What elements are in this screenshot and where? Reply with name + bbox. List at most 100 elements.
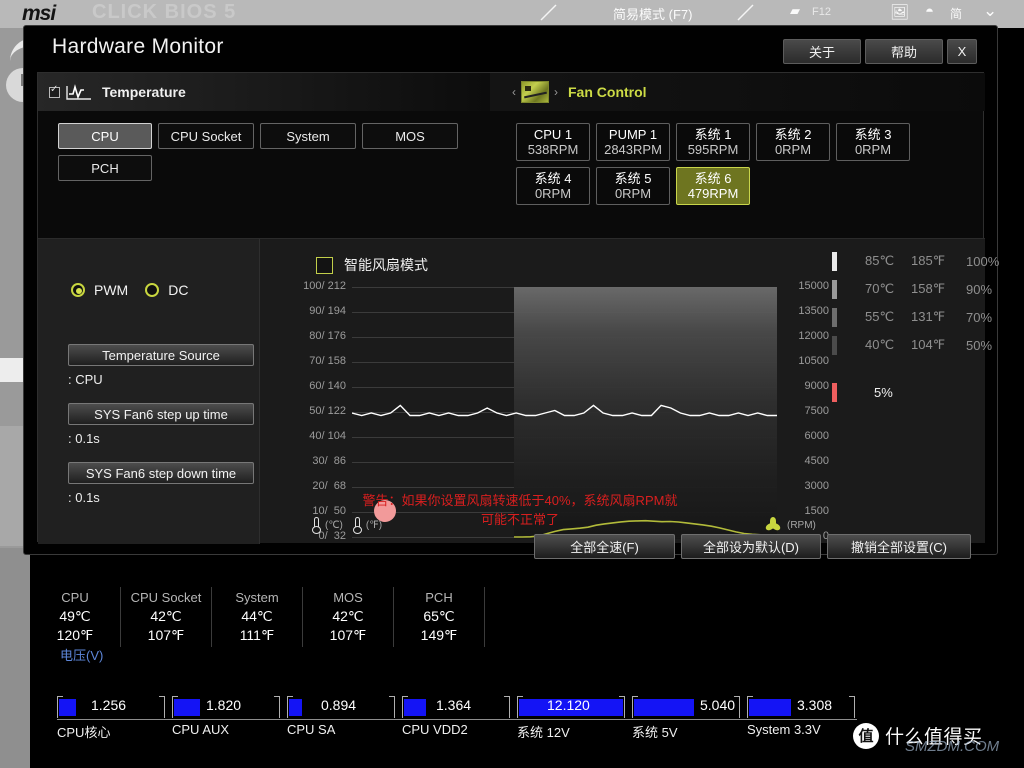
fan-button-4[interactable]: 系统 20RPM — [756, 123, 830, 161]
voltage-value: 12.120 — [547, 697, 590, 713]
voltage-bar — [749, 699, 791, 716]
y-tick-left: 20/ 68 — [286, 480, 346, 492]
temperature-source-button[interactable]: Temperature Source — [68, 344, 254, 366]
y-tick-right: 12000 — [783, 330, 829, 342]
next-section-arrow-icon[interactable]: › — [554, 85, 558, 99]
fan-rpm: 479RPM — [688, 186, 739, 201]
fan-button-2[interactable]: PUMP 12843RPM — [596, 123, 670, 161]
fan-rpm: 538RPM — [528, 142, 579, 157]
voltage-label: 系统 12V — [517, 722, 570, 741]
fan-rpm: 0RPM — [615, 186, 651, 201]
y-tick-right: 15000 — [783, 280, 829, 292]
y-tick-right: 13500 — [783, 305, 829, 317]
camera-icon[interactable]: ▰ — [790, 3, 800, 19]
curve-point-fahrenheit: 104℉ — [911, 337, 945, 353]
sensor-cpu-socket: CPU Socket42℃107℉ — [121, 587, 212, 648]
fan-rpm: 2843RPM — [604, 142, 662, 157]
fan-button-7[interactable]: 系统 50RPM — [596, 167, 670, 205]
fan-button-3[interactable]: 系统 1595RPM — [676, 123, 750, 161]
sensor-mos: MOS42℃107℉ — [303, 587, 394, 648]
series-line-1 — [352, 405, 777, 415]
fan-mode-radio-group: PWM DC — [71, 282, 188, 298]
fan-button-8[interactable]: 系统 6479RPM — [676, 167, 750, 205]
temperature-expand-checkbox[interactable] — [49, 87, 60, 98]
y-tick-right: 9000 — [783, 380, 829, 392]
fan-name: CPU 1 — [534, 127, 572, 142]
y-tick-right: 4500 — [783, 455, 829, 467]
y-tick-right: 3000 — [783, 480, 829, 492]
rpm-unit-label: (RPM) — [787, 520, 816, 531]
curve-point-duty: 100% — [966, 254, 999, 269]
set-default-button[interactable]: 全部设为默认(D) — [681, 534, 821, 559]
voltage-label: CPU VDD2 — [402, 722, 468, 737]
step-down-time-button[interactable]: SYS Fan6 step down time — [68, 462, 254, 484]
step-up-time-button[interactable]: SYS Fan6 step up time — [68, 403, 254, 425]
smart-fan-mode-label: 智能风扇模式 — [344, 255, 428, 275]
full-speed-button[interactable]: 全部全速(F) — [534, 534, 675, 559]
voltage-label: System 3.3V — [747, 722, 821, 737]
fan-selector-buttons: CPU 1538RPMPUMP 12843RPM系统 1595RPM系统 20R… — [516, 123, 986, 205]
smart-fan-mode-checkbox[interactable] — [316, 257, 333, 274]
temp-source-cpu[interactable]: CPU — [58, 123, 152, 149]
help-button[interactable]: 帮助 — [865, 39, 943, 64]
temperature-source-buttons: CPUCPU SocketSystemMOS PCH — [58, 123, 478, 181]
temperature-section-title: Temperature — [102, 84, 186, 100]
fan-name: 系统 2 — [775, 127, 812, 142]
pwm-radio[interactable] — [71, 283, 85, 297]
fan-button-1[interactable]: CPU 1538RPM — [516, 123, 590, 161]
curve-point-4[interactable]: 40℃104℉50% — [832, 331, 982, 359]
voltage-bar — [174, 699, 200, 716]
curve-point-3[interactable]: 55℃131℉70% — [832, 303, 982, 331]
curve-point-duty: 70% — [966, 310, 992, 325]
globe-icon[interactable]: ◓ — [925, 3, 934, 20]
sensor-fahrenheit: 111℉ — [212, 626, 302, 645]
sensor-celsius: 65℃ — [394, 607, 484, 626]
prev-section-arrow-icon[interactable]: ‹ — [512, 85, 516, 99]
about-button[interactable]: 关于 — [783, 39, 861, 64]
undo-all-button[interactable]: 撤销全部设置(C) — [827, 534, 971, 559]
fan-button-6[interactable]: 系统 40RPM — [516, 167, 590, 205]
fan-icon — [765, 517, 781, 533]
sensor-name: System — [212, 589, 302, 607]
screenshot-key-label: F12 — [812, 6, 831, 18]
sensor-fahrenheit: 120℉ — [30, 626, 120, 645]
sensor-celsius: 42℃ — [121, 607, 211, 626]
fan-control-section-title: Fan Control — [568, 84, 647, 100]
fan-rpm: 0RPM — [855, 142, 891, 157]
sensor-celsius: 49℃ — [30, 607, 120, 626]
close-chevron-icon[interactable]: ⌄ — [983, 1, 997, 21]
y-tick-left: 40/ 104 — [286, 430, 346, 442]
sensor-cpu: CPU49℃120℉ — [30, 587, 121, 648]
fan-rpm: 0RPM — [535, 186, 571, 201]
sensor-pch: PCH65℃149℉ — [394, 587, 485, 648]
bios-top-bar: msi CLICK BIOS 5 简易模式 (F7) ▰ F12 🖼 ◓ 简 ⌄ — [0, 0, 1024, 28]
decor-strip — [0, 548, 30, 768]
y-tick-left: 30/ 86 — [286, 455, 346, 467]
curve-point-swatch — [832, 280, 837, 299]
y-tick-left: 80/ 176 — [286, 330, 346, 342]
dc-radio[interactable] — [145, 283, 159, 297]
dc-label: DC — [168, 282, 188, 298]
curve-point-2[interactable]: 70℃158℉90% — [832, 275, 982, 303]
sensor-name: MOS — [303, 589, 393, 607]
msi-logo: msi — [22, 2, 55, 26]
language-label[interactable]: 简 — [950, 5, 962, 22]
screenshot-icon[interactable]: 🖼 — [890, 3, 909, 21]
pwm-label: PWM — [94, 282, 128, 298]
divider-slash-icon-2 — [735, 2, 757, 24]
curve-point-swatch — [832, 336, 837, 355]
temp-source-system[interactable]: System — [260, 123, 356, 149]
temp-source-cpu-socket[interactable]: CPU Socket — [158, 123, 254, 149]
voltage-bar — [404, 699, 426, 716]
fan-button-5[interactable]: 系统 30RPM — [836, 123, 910, 161]
easy-mode-button[interactable]: 简易模式 (F7) — [613, 4, 692, 23]
close-button[interactable]: X — [947, 39, 977, 64]
sensor-fahrenheit: 149℉ — [394, 626, 484, 645]
smart-fan-mode-row[interactable]: 智能风扇模式 — [316, 255, 428, 275]
y-tick-right: 6000 — [783, 430, 829, 442]
curve-point-1[interactable]: 85℃185℉100% — [832, 247, 982, 275]
curve-point-fahrenheit: 131℉ — [911, 309, 945, 325]
temp-source-pch[interactable]: PCH — [58, 155, 152, 181]
voltage-value: 1.256 — [91, 697, 126, 713]
temp-source-mos[interactable]: MOS — [362, 123, 458, 149]
